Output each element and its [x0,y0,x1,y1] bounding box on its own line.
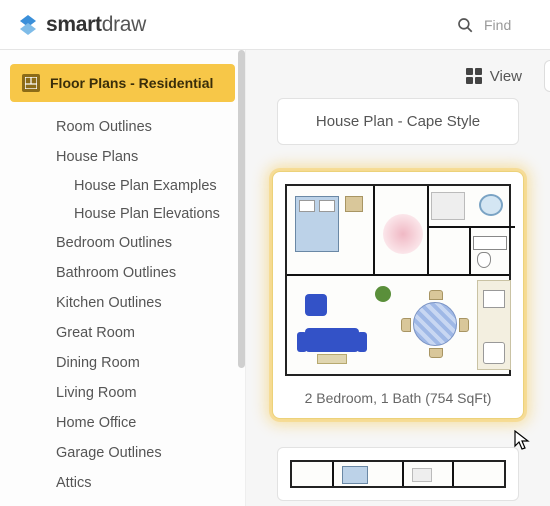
template-card-next[interactable] [277,447,519,501]
template-card-selected[interactable]: 2 Bedroom, 1 Bath (754 SqFt) [272,171,524,419]
sidebar-category-label: Floor Plans - Residential [50,75,213,91]
floorplan-thumbnail-partial [290,460,506,488]
sidebar-category-active[interactable]: Floor Plans - Residential [10,64,235,102]
search-input[interactable] [484,17,534,33]
logo-text: smartdraw [46,13,146,37]
logo[interactable]: smartdraw [16,13,146,37]
sidebar-nav: Room OutlinesHouse PlansHouse Plan Examp… [0,108,245,506]
floorplan-icon [22,74,40,92]
sidebar-item[interactable]: Dining Room [0,348,245,378]
template-title: 2 Bedroom, 1 Bath (754 SqFt) [285,390,511,406]
logo-icon [16,13,40,37]
template-card-prev[interactable]: House Plan - Cape Style [277,98,519,145]
sidebar-item[interactable]: Great Room [0,318,245,348]
topbar: smartdraw [0,0,550,50]
floorplan-thumbnail [285,184,511,376]
search-icon[interactable] [456,16,474,34]
view-label: View [490,68,522,85]
search [456,16,534,34]
sidebar-item[interactable]: Garage Outlines [0,438,245,468]
sidebar-item[interactable]: Room Outlines [0,112,245,142]
template-cards: House Plan - Cape Style [246,98,550,506]
sidebar: Floor Plans - Residential Room OutlinesH… [0,50,246,506]
main-panel: View House Plan - Cape Style [246,50,550,506]
grid-icon [466,68,482,84]
main-toolbar: View [454,60,550,92]
sidebar-item[interactable]: Attics [0,468,245,498]
segmented-control-fragment[interactable] [544,60,550,92]
sidebar-item[interactable]: House Plan Examples [0,172,245,200]
sidebar-item[interactable]: Bedroom Outlines [0,228,245,258]
sidebar-item[interactable]: House Plan Elevations [0,200,245,228]
sidebar-item[interactable]: Basements [0,498,245,506]
sidebar-item[interactable]: House Plans [0,142,245,172]
scrollbar-thumb[interactable] [238,50,245,368]
sidebar-item[interactable]: Home Office [0,408,245,438]
view-button[interactable]: View [454,62,534,91]
sidebar-item[interactable]: Living Room [0,378,245,408]
sidebar-item[interactable]: Bathroom Outlines [0,258,245,288]
template-title: House Plan - Cape Style [316,113,480,130]
sidebar-item[interactable]: Kitchen Outlines [0,288,245,318]
